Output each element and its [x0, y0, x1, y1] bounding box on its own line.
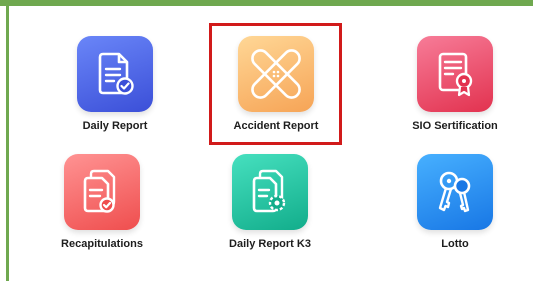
- sio-sertification-icon-tile: [417, 36, 493, 112]
- menu-item-lotto[interactable]: Lotto: [380, 146, 530, 266]
- menu-item-daily-report[interactable]: Daily Report: [40, 28, 190, 148]
- menu-item-recapitulations[interactable]: Recapitulations: [27, 146, 177, 266]
- lotto-label: Lotto: [441, 238, 469, 250]
- recapitulations-label: Recapitulations: [61, 238, 143, 250]
- selection-highlight: [209, 23, 342, 145]
- recapitulations-icon-tile: [64, 154, 140, 230]
- keys-icon: [438, 171, 471, 213]
- document-gear-icon: [252, 169, 286, 213]
- sio-sertification-label: SIO Sertification: [412, 120, 498, 132]
- daily-report-k3-icon-tile: [232, 154, 308, 230]
- lotto-icon-tile: [417, 154, 493, 230]
- menu-item-daily-report-k3[interactable]: Daily Report K3: [195, 146, 345, 266]
- daily-report-k3-label: Daily Report K3: [229, 238, 311, 250]
- menu-item-sio-sertification[interactable]: SIO Sertification: [380, 28, 530, 148]
- documents-check-icon: [83, 169, 116, 213]
- frame-left-border: [6, 0, 9, 281]
- daily-report-icon-tile: [77, 36, 153, 112]
- document-check-icon: [98, 52, 134, 95]
- certificate-icon: [438, 52, 473, 97]
- frame-top-border: [0, 0, 533, 6]
- daily-report-label: Daily Report: [82, 120, 148, 132]
